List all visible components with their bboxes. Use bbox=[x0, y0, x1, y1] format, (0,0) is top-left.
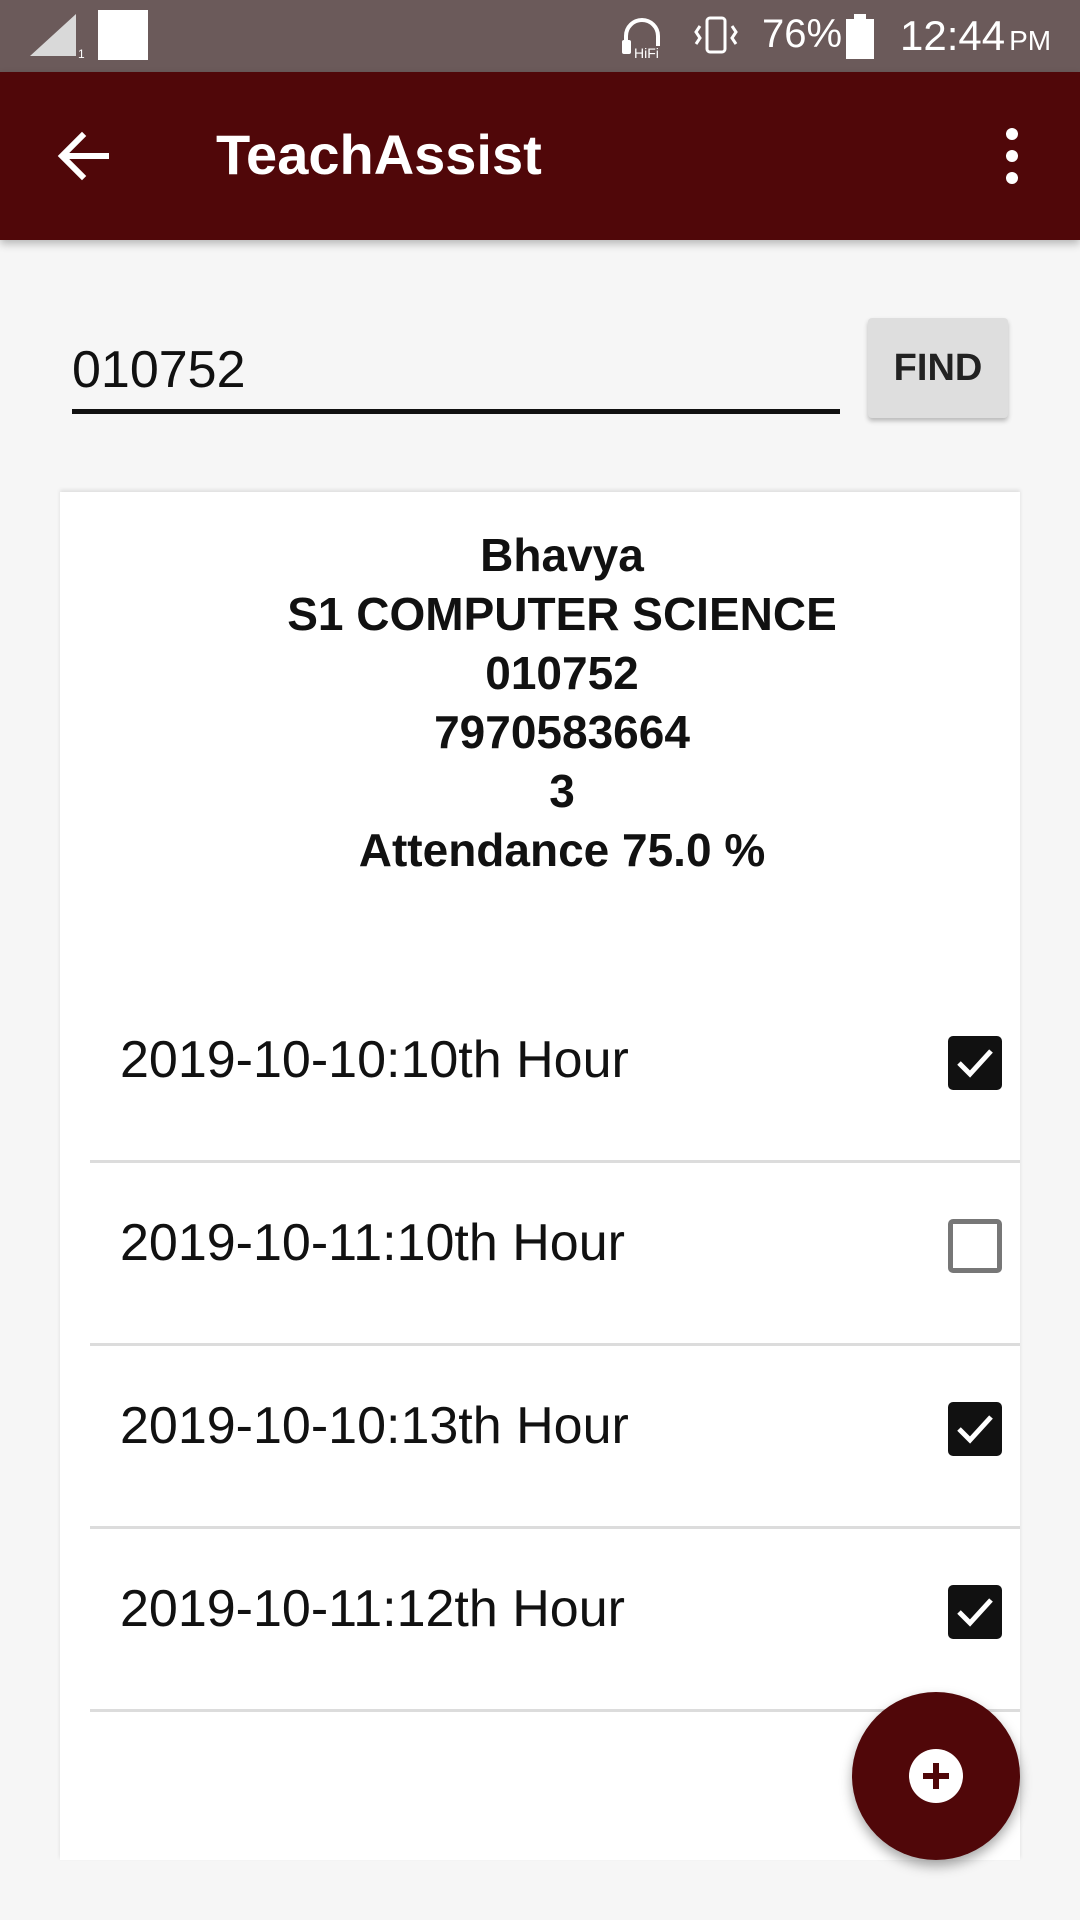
list-item[interactable]: 2019-10-10:10th Hour bbox=[90, 980, 1020, 1163]
check-icon bbox=[957, 1049, 993, 1078]
attendance-record-label: 2019-10-11:12th Hour bbox=[120, 1580, 625, 1638]
attendance-list: 2019-10-10:10th Hour 2019-10-11:10th Hou… bbox=[90, 980, 1020, 1712]
clock-ampm: PM bbox=[1009, 25, 1052, 56]
add-circle-icon bbox=[908, 1748, 964, 1804]
check-icon bbox=[957, 1598, 993, 1627]
app-bar: TeachAssist bbox=[0, 72, 1080, 240]
check-icon bbox=[957, 1415, 993, 1444]
attendance-record-label: 2019-10-10:10th Hour bbox=[120, 1031, 629, 1089]
student-class: S1 COMPUTER SCIENCE bbox=[287, 588, 837, 640]
attendance-record-label: 2019-10-10:13th Hour bbox=[120, 1397, 629, 1455]
clock-time: 12:44 bbox=[900, 12, 1006, 59]
vibrate-icon bbox=[694, 14, 738, 63]
student-name: Bhavya bbox=[480, 529, 644, 581]
clock: 12:44 PM bbox=[900, 12, 1051, 60]
student-id-input[interactable] bbox=[72, 330, 840, 414]
svg-text:1: 1 bbox=[78, 47, 85, 60]
find-button[interactable]: FIND bbox=[868, 318, 1008, 418]
attendance-checkbox[interactable] bbox=[948, 1585, 1002, 1639]
attendance-summary: Attendance 75.0 % bbox=[358, 824, 766, 876]
list-item[interactable]: 2019-10-11:10th Hour bbox=[90, 1163, 1020, 1346]
attendance-checkbox[interactable] bbox=[948, 1402, 1002, 1456]
attendance-checkbox[interactable] bbox=[948, 1036, 1002, 1090]
battery-percent: 76% bbox=[762, 12, 843, 56]
attendance-record-label: 2019-10-11:10th Hour bbox=[120, 1214, 625, 1272]
signal-icon: 1 bbox=[26, 10, 86, 65]
status-bar: 1 HiFi 76% 12:44 PM bbox=[0, 0, 1080, 72]
list-item[interactable]: 2019-10-10:13th Hour bbox=[90, 1346, 1020, 1529]
svg-text:HiFi: HiFi bbox=[634, 45, 659, 60]
list-item[interactable]: 2019-10-11:12th Hour bbox=[90, 1529, 1020, 1712]
student-info: Bhavya S1 COMPUTER SCIENCE 010752 797058… bbox=[60, 526, 1064, 880]
notification-icon bbox=[98, 10, 148, 60]
student-card: Bhavya S1 COMPUTER SCIENCE 010752 797058… bbox=[60, 492, 1020, 1860]
attendance-checkbox[interactable] bbox=[948, 1219, 1002, 1273]
hifi-headset-icon: HiFi bbox=[620, 16, 676, 65]
student-number: 3 bbox=[549, 765, 575, 817]
arrow-back-icon[interactable] bbox=[52, 124, 116, 188]
more-vert-icon[interactable] bbox=[992, 126, 1032, 186]
add-button[interactable] bbox=[852, 1692, 1020, 1860]
battery-icon bbox=[844, 14, 876, 65]
student-id: 010752 bbox=[485, 647, 639, 699]
app-title: TeachAssist bbox=[216, 123, 542, 186]
student-phone: 7970583664 bbox=[434, 706, 690, 758]
